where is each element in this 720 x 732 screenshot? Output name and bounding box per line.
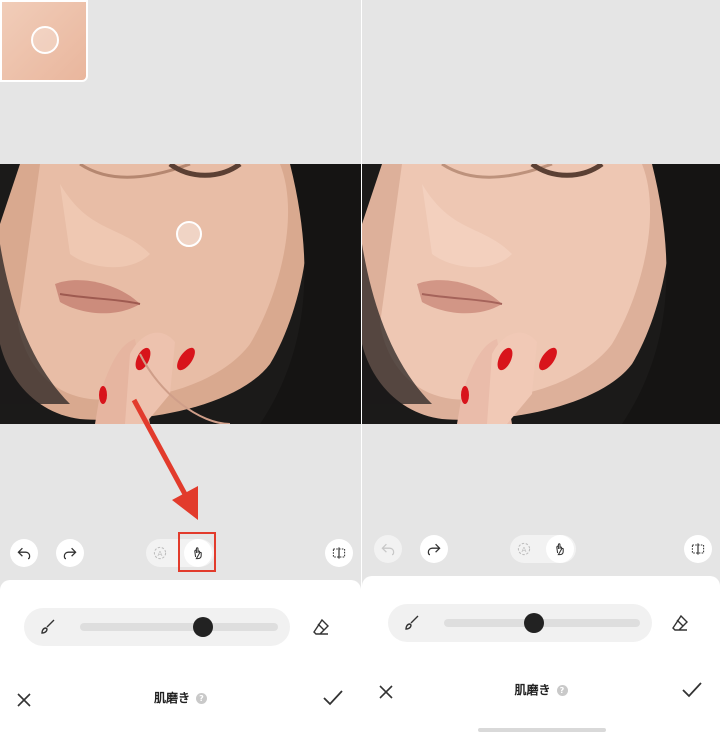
sheet-title-text: 肌磨き xyxy=(153,691,190,705)
redo-button[interactable] xyxy=(56,539,84,567)
undo-button[interactable] xyxy=(10,539,38,567)
magnifier-cursor xyxy=(31,26,59,54)
brush-size-slider[interactable] xyxy=(388,604,652,642)
undo-icon xyxy=(16,545,32,561)
bottom-sheet: 肌磨き? xyxy=(362,576,720,732)
brush-icon xyxy=(402,613,422,633)
slider-knob[interactable] xyxy=(192,617,213,637)
sheet-title-text: 肌磨き xyxy=(514,683,551,697)
sheet-title: 肌磨き? xyxy=(0,689,361,706)
annotation-highlight-box xyxy=(178,532,216,572)
eraser-icon[interactable] xyxy=(311,617,331,637)
annotation-arrow xyxy=(131,398,198,520)
check-icon[interactable] xyxy=(321,686,345,710)
bottom-sheet: 肌磨き? xyxy=(0,580,361,732)
undo-button[interactable] xyxy=(374,535,402,563)
compare-icon xyxy=(690,541,706,557)
help-icon[interactable]: ? xyxy=(556,685,568,696)
slider-track xyxy=(80,623,278,631)
face-photo[interactable] xyxy=(362,164,720,424)
check-icon[interactable] xyxy=(680,678,704,702)
help-icon[interactable]: ? xyxy=(196,693,207,704)
magnifier-preview xyxy=(0,0,88,82)
compare-button[interactable] xyxy=(684,535,712,563)
face-photo-image xyxy=(0,164,361,424)
compare-button[interactable] xyxy=(325,539,353,567)
manual-mode-button[interactable] xyxy=(546,535,574,563)
after-screen: A 肌磨き? xyxy=(362,0,720,732)
face-photo-image xyxy=(362,164,720,424)
before-screen: A 肌磨き? xyxy=(0,0,361,732)
hand-touch-icon xyxy=(552,541,568,557)
brush-cursor xyxy=(176,221,202,247)
auto-mode-icon: A xyxy=(152,545,168,561)
eraser-icon[interactable] xyxy=(670,613,690,633)
brush-size-slider[interactable] xyxy=(24,608,290,646)
auto-mode-icon: A xyxy=(516,541,532,557)
compare-icon xyxy=(331,545,347,561)
home-indicator xyxy=(478,728,606,732)
slider-knob[interactable] xyxy=(524,613,545,633)
svg-text:A: A xyxy=(522,545,527,554)
redo-icon xyxy=(62,545,78,561)
auto-mode-button[interactable]: A xyxy=(510,535,538,563)
redo-icon xyxy=(426,541,442,557)
mode-toggle: A xyxy=(510,535,576,563)
auto-mode-button[interactable]: A xyxy=(146,539,174,567)
svg-text:A: A xyxy=(158,549,163,558)
brush-icon xyxy=(38,617,58,637)
undo-icon xyxy=(380,541,396,557)
sheet-title: 肌磨き? xyxy=(362,681,720,698)
redo-button[interactable] xyxy=(420,535,448,563)
face-photo[interactable] xyxy=(0,164,361,424)
